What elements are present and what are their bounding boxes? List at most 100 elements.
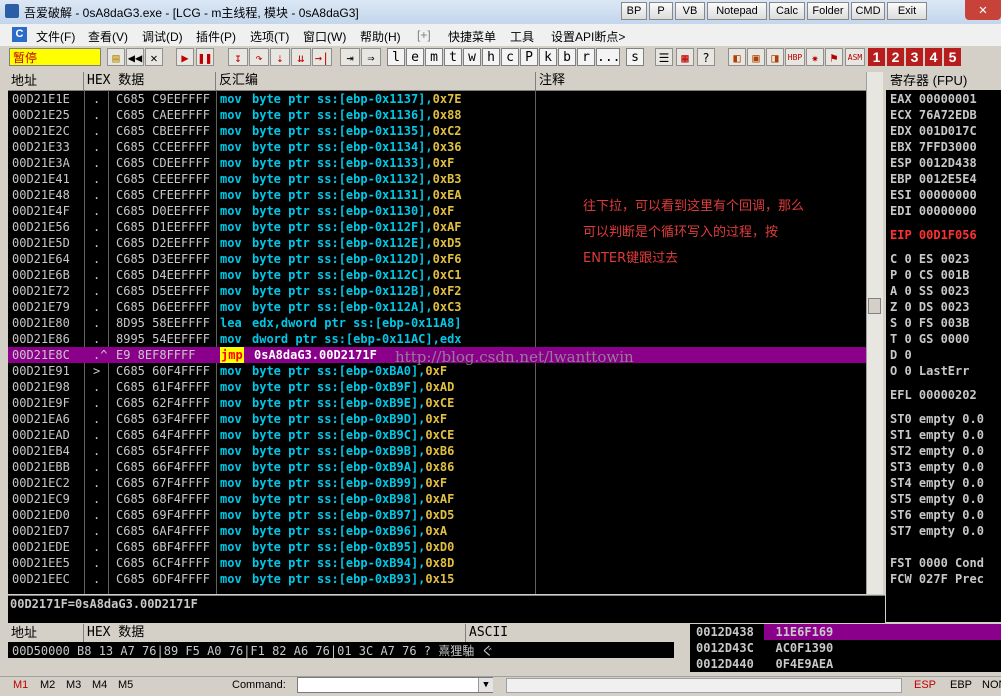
disasm-row[interactable]: 00D21EC2. C685 67F4FFFF mov byte ptr ss:[eb… bbox=[8, 475, 866, 491]
menu-plugins[interactable]: 插件(P) bbox=[196, 28, 236, 45]
m2-tab[interactable]: M2 bbox=[40, 679, 55, 691]
call-stack-button[interactable]: k bbox=[539, 48, 557, 66]
register-line[interactable]: ST6 empty 0.0 bbox=[890, 508, 984, 522]
disasm-row[interactable]: 00D21EEC. C685 6DF4FFFF mov byte ptr ss:[eb… bbox=[8, 571, 866, 587]
handles-button[interactable]: h bbox=[482, 48, 500, 66]
menu-shortcut[interactable]: 快捷菜单 bbox=[448, 28, 496, 45]
register-line[interactable]: O 0 LastErr bbox=[890, 364, 969, 378]
references-button[interactable]: r bbox=[577, 48, 595, 66]
disasm-row[interactable]: 00D21E33. C685 CCEEFFFF mov byte ptr ss:[eb… bbox=[8, 139, 866, 155]
register-line[interactable]: ST3 empty 0.0 bbox=[890, 460, 984, 474]
shortcut-4-button[interactable]: 4 bbox=[925, 48, 942, 66]
disasm-row[interactable]: 00D21ED0. C685 69F4FFFF mov byte ptr ss:[eb… bbox=[8, 507, 866, 523]
shortcut-2-button[interactable]: 2 bbox=[887, 48, 904, 66]
esp-label[interactable]: ESP bbox=[914, 679, 936, 691]
dump-col-address[interactable]: 地址 bbox=[8, 624, 84, 642]
disasm-row[interactable]: 00D21E86. 8995 54EEFFFF mov dword ptr ss:[e… bbox=[8, 331, 866, 347]
col-comment[interactable]: 注释 bbox=[536, 72, 866, 90]
menu-debug[interactable]: 调试(D) bbox=[142, 28, 183, 45]
close-icon[interactable]: ✕ bbox=[965, 0, 1001, 20]
disasm-row[interactable]: 00D21EDE. C685 6BF4FFFF mov byte ptr ss:[eb… bbox=[8, 539, 866, 555]
col-disassembly[interactable]: 反汇编 bbox=[216, 72, 536, 90]
register-line[interactable]: FST 0000 Cond bbox=[890, 556, 984, 570]
disasm-row[interactable]: 00D21EE5. C685 6CF4FFFF mov byte ptr ss:[eb… bbox=[8, 555, 866, 571]
register-line[interactable]: ECX 76A72EDB bbox=[890, 108, 977, 122]
stack-row[interactable]: 0012D43C AC0F1390 bbox=[696, 641, 833, 655]
register-line[interactable]: ST1 empty 0.0 bbox=[890, 428, 984, 442]
non-label[interactable]: NON bbox=[982, 679, 1001, 691]
register-line[interactable]: EBX 7FFD3000 bbox=[890, 140, 977, 154]
run-trace-button[interactable]: ... bbox=[596, 48, 620, 66]
executable-modules-button[interactable]: e bbox=[406, 48, 424, 66]
shortcut-5-button[interactable]: 5 bbox=[944, 48, 961, 66]
disasm-row[interactable]: 00D21E41. C685 CEEEFFFF mov byte ptr ss:[eb… bbox=[8, 171, 866, 187]
register-line[interactable]: FCW 027F Prec bbox=[890, 572, 984, 586]
disasm-row[interactable]: 00D21EC9. C685 68F4FFFF mov byte ptr ss:[eb… bbox=[8, 491, 866, 507]
disasm-row[interactable]: 00D21E72. C685 D5EEFFFF mov byte ptr ss:[eb… bbox=[8, 283, 866, 299]
flag-icon[interactable]: ⚑ bbox=[825, 48, 843, 66]
disasm-row[interactable]: 00D21E1E. C685 C9EEFFFF mov byte ptr ss:[eb… bbox=[8, 91, 866, 107]
step-into-icon[interactable]: ↧ bbox=[228, 48, 248, 66]
register-line[interactable]: ST5 empty 0.0 bbox=[890, 492, 984, 506]
open-icon[interactable]: ▤ bbox=[107, 48, 125, 66]
disasm-row[interactable]: 00D21ED7. C685 6AF4FFFF mov byte ptr ss:[eb… bbox=[8, 523, 866, 539]
menu-help[interactable]: 帮助(H) bbox=[360, 28, 401, 45]
goto-icon[interactable]: ⇥ bbox=[340, 48, 360, 66]
notepad-button[interactable]: Notepad bbox=[707, 2, 767, 20]
memory-map-button[interactable]: m bbox=[425, 48, 443, 66]
help-icon[interactable]: ? bbox=[697, 48, 715, 66]
register-line[interactable]: EFL 00000202 bbox=[890, 388, 977, 402]
disassembly-scrollbar[interactable] bbox=[866, 72, 883, 594]
calc-button[interactable]: Calc bbox=[769, 2, 805, 20]
trace-into-icon[interactable]: ⇣ bbox=[270, 48, 290, 66]
gear-icon[interactable]: ✷ bbox=[806, 48, 824, 66]
m5-tab[interactable]: M5 bbox=[118, 679, 133, 691]
source-button[interactable]: s bbox=[626, 48, 644, 66]
menu-tools[interactable]: 工具 bbox=[510, 28, 534, 45]
step-over-icon[interactable]: ↷ bbox=[249, 48, 269, 66]
dump-col-ascii[interactable]: ASCII bbox=[466, 624, 674, 642]
command-input[interactable] bbox=[297, 677, 493, 693]
window-icon[interactable]: ▣ bbox=[747, 48, 765, 66]
trace-over-icon[interactable]: ⇊ bbox=[291, 48, 311, 66]
disasm-row[interactable]: 00D21E79. C685 D6EEFFFF mov byte ptr ss:[eb… bbox=[8, 299, 866, 315]
disasm-row[interactable]: 00D21E80. 8D95 58EEFFFF lea edx,dword ptr s… bbox=[8, 315, 866, 331]
m4-tab[interactable]: M4 bbox=[92, 679, 107, 691]
register-line[interactable]: EIP 00D1F056 bbox=[890, 228, 977, 242]
plugin-icon[interactable]: ◨ bbox=[766, 48, 784, 66]
goto-expression-icon[interactable]: ⇒ bbox=[361, 48, 381, 66]
m3-tab[interactable]: M3 bbox=[66, 679, 81, 691]
vb-button[interactable]: VB bbox=[675, 2, 705, 20]
windows-button[interactable]: w bbox=[463, 48, 481, 66]
close-process-icon[interactable]: ✕ bbox=[145, 48, 163, 66]
register-line[interactable]: ST0 empty 0.0 bbox=[890, 412, 984, 426]
grid-icon[interactable]: ▦ bbox=[676, 48, 694, 66]
menu-window[interactable]: 窗口(W) bbox=[303, 28, 346, 45]
register-line[interactable]: P 0 CS 001B bbox=[890, 268, 969, 282]
stack-row[interactable]: 0012D440 0F4E9AEA bbox=[696, 657, 833, 671]
menu-plus[interactable]: [+] bbox=[417, 28, 431, 42]
register-line[interactable]: Z 0 DS 0023 bbox=[890, 300, 969, 314]
bp-button[interactable]: BP bbox=[621, 2, 647, 20]
threads-button[interactable]: t bbox=[444, 48, 462, 66]
menu-file[interactable]: 文件(F) bbox=[36, 28, 75, 45]
disasm-row[interactable]: 00D21E25. C685 CAEEFFFF mov byte ptr ss:[eb… bbox=[8, 107, 866, 123]
chevron-down-icon[interactable]: ▼ bbox=[478, 678, 493, 692]
shortcut-3-button[interactable]: 3 bbox=[906, 48, 923, 66]
register-line[interactable]: C 0 ES 0023 bbox=[890, 252, 969, 266]
execute-till-return-icon[interactable]: →| bbox=[312, 48, 332, 66]
folder-button[interactable]: Folder bbox=[807, 2, 849, 20]
shortcut-1-button[interactable]: 1 bbox=[868, 48, 885, 66]
col-address[interactable]: 地址 bbox=[8, 72, 84, 90]
disasm-row[interactable]: 00D21EB4. C685 65F4FFFF mov byte ptr ss:[eb… bbox=[8, 443, 866, 459]
register-line[interactable]: EBP 0012E5E4 bbox=[890, 172, 977, 186]
log-window-button[interactable]: l bbox=[387, 48, 405, 66]
register-line[interactable]: EAX 00000001 bbox=[890, 92, 977, 106]
scrollbar-thumb[interactable] bbox=[868, 298, 881, 314]
run-icon[interactable]: ▶ bbox=[176, 48, 194, 66]
disasm-row[interactable]: 00D21EA6. C685 63F4FFFF mov byte ptr ss:[eb… bbox=[8, 411, 866, 427]
col-hex[interactable]: HEX 数据 bbox=[84, 72, 216, 90]
pause-icon[interactable]: ❚❚ bbox=[196, 48, 214, 66]
stack-row[interactable]: 0012D438 11E6F169 bbox=[696, 625, 833, 639]
register-line[interactable]: ESI 00000000 bbox=[890, 188, 977, 202]
